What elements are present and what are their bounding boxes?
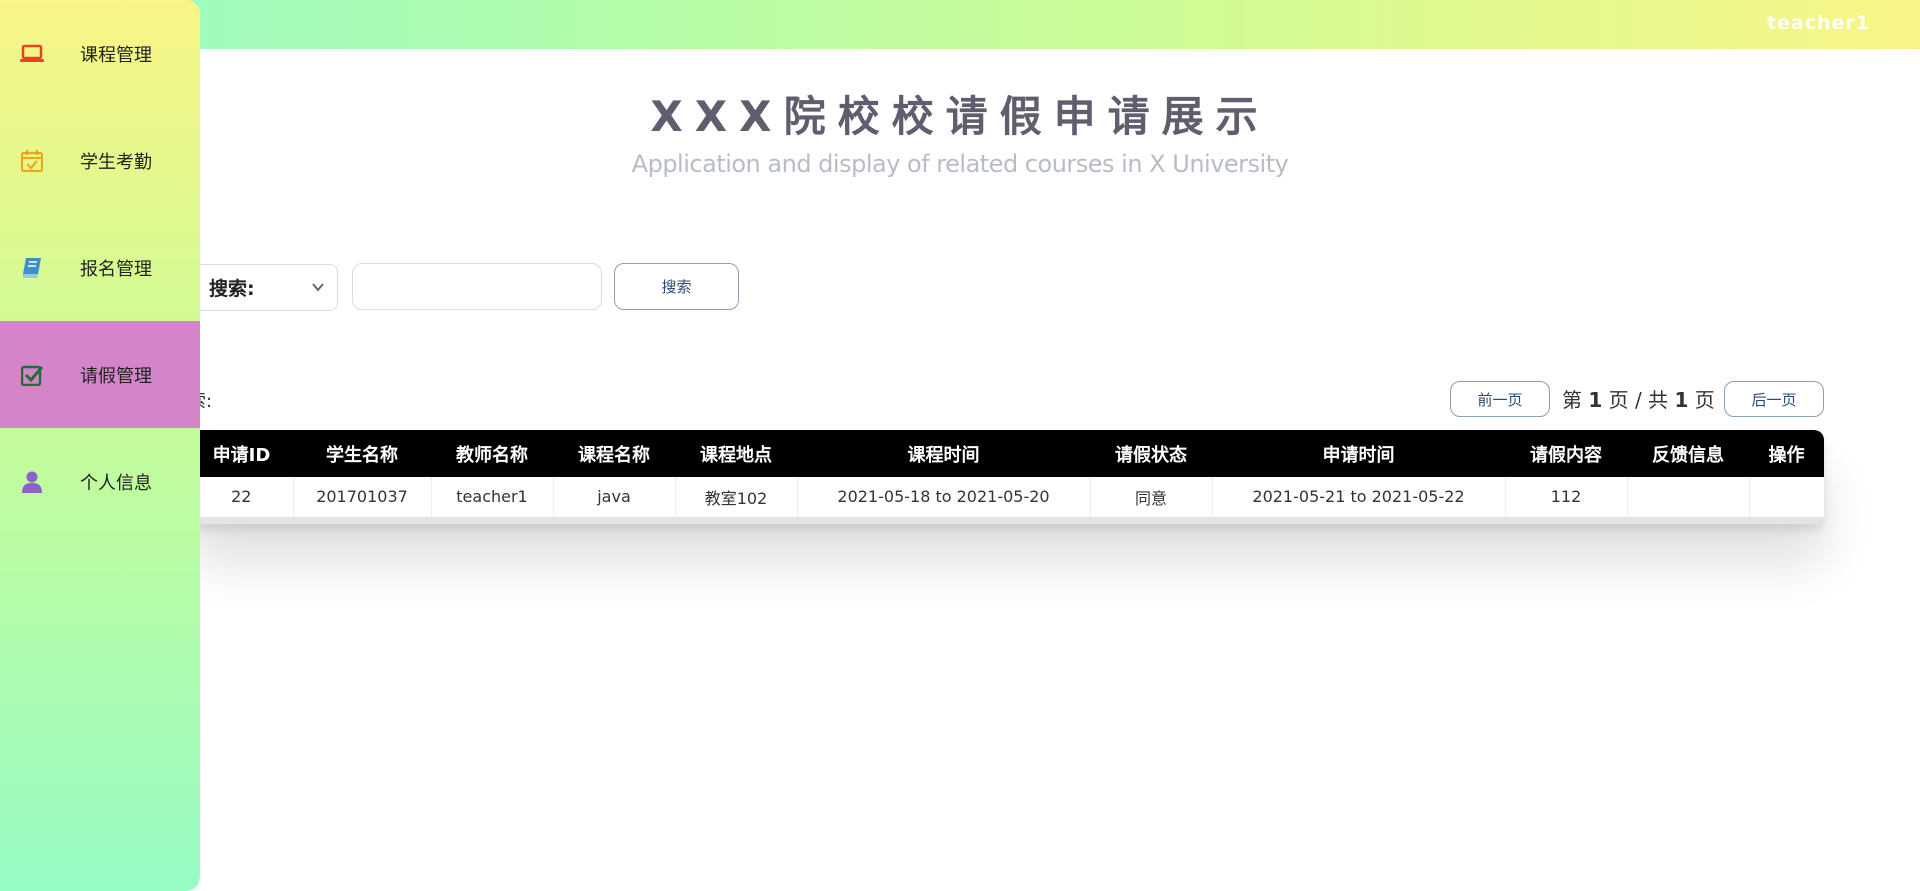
sidebar-item-leave-management[interactable]: 请假管理 — [0, 321, 200, 428]
search-input[interactable] — [352, 263, 602, 310]
column-header-course-location: 课程地点 — [700, 444, 772, 466]
cell-feedback — [1627, 477, 1750, 520]
chevron-down-icon — [311, 279, 325, 298]
column-header-student-name: 学生名称 — [326, 444, 398, 466]
total-pages-number: 1 — [1674, 388, 1689, 412]
current-user-name[interactable]: teacher1 — [1767, 12, 1870, 34]
sidebar-item-label: 报名管理 — [80, 258, 152, 280]
column-header-course-name: 课程名称 — [578, 444, 650, 466]
cell-application-time: 2021-05-21 to 2021-05-22 — [1212, 477, 1506, 520]
cell-course-location: 教室102 — [675, 477, 798, 520]
cell-course-name: java — [553, 477, 676, 520]
column-header-application-id: 申请ID — [212, 444, 271, 466]
column-header-leave-content: 请假内容 — [1530, 444, 1602, 466]
cell-leave-status: 同意 — [1090, 477, 1213, 520]
sidebar-item-label: 个人信息 — [80, 472, 152, 494]
book-icon — [20, 256, 44, 280]
cell-course-time: 2021-05-18 to 2021-05-20 — [797, 477, 1091, 520]
sidebar-item-label: 课程管理 — [80, 44, 152, 66]
column-header-feedback: 反馈信息 — [1652, 444, 1724, 466]
column-header-teacher-name: 教师名称 — [456, 444, 528, 466]
column-header-actions: 操作 — [1768, 444, 1805, 466]
search-select-label: 搜索: — [209, 278, 255, 300]
sidebar-item-enrollment-management[interactable]: 报名管理 — [0, 214, 200, 321]
user-icon — [20, 470, 44, 494]
page-text-suffix: 页 — [1688, 388, 1715, 412]
sidebar-item-personal-info[interactable]: 个人信息 — [0, 428, 200, 535]
table-header-row: 申请ID 学生名称 教师名称 课程名称 课程地点 课程时间 请假状态 申请时间 … — [190, 430, 1824, 477]
column-header-leave-status: 请假状态 — [1115, 444, 1187, 466]
leave-applications-table: 申请ID 学生名称 教师名称 课程名称 课程地点 课程时间 请假状态 申请时间 … — [190, 430, 1824, 524]
table-row: 22 201701037 teacher1 java 教室102 2021-05… — [190, 477, 1824, 520]
sidebar-item-student-attendance[interactable]: 学生考勤 — [0, 107, 200, 214]
next-page-button[interactable]: 后一页 — [1724, 381, 1824, 417]
page-subtitle: Application and display of related cours… — [631, 150, 1289, 178]
top-header-bar: teacher1 — [0, 0, 1920, 49]
cell-teacher-name: teacher1 — [431, 477, 554, 520]
current-page-number: 1 — [1588, 388, 1603, 412]
laptop-icon — [20, 42, 44, 66]
search-button[interactable]: 搜索 — [614, 263, 739, 310]
sidebar-item-course-management[interactable]: 课程管理 — [0, 0, 200, 107]
cell-leave-content: 112 — [1505, 477, 1628, 520]
column-header-application-time: 申请时间 — [1322, 444, 1395, 466]
calendar-check-icon — [20, 149, 44, 173]
sidebar-item-label: 学生考勤 — [80, 151, 152, 173]
page-indicator: 第 1 页 / 共 1 页 — [1562, 384, 1715, 413]
check-square-icon — [20, 363, 44, 387]
cell-actions[interactable] — [1749, 477, 1824, 520]
sidebar-item-label: 请假管理 — [80, 365, 152, 387]
cell-student-name: 201701037 — [293, 477, 432, 520]
cell-application-id: 22 — [190, 477, 294, 520]
column-header-course-time: 课程时间 — [907, 444, 980, 466]
prev-page-button[interactable]: 前一页 — [1450, 381, 1550, 417]
page-title: XXX院校校请假申请展示 — [650, 92, 1270, 141]
sidebar-nav: 课程管理 学生考勤 报名管理 请假管理 个人信息 — [0, 0, 200, 891]
page-text-mid: 页 / 共 — [1602, 388, 1675, 412]
page-text-prefix: 第 — [1562, 388, 1589, 412]
